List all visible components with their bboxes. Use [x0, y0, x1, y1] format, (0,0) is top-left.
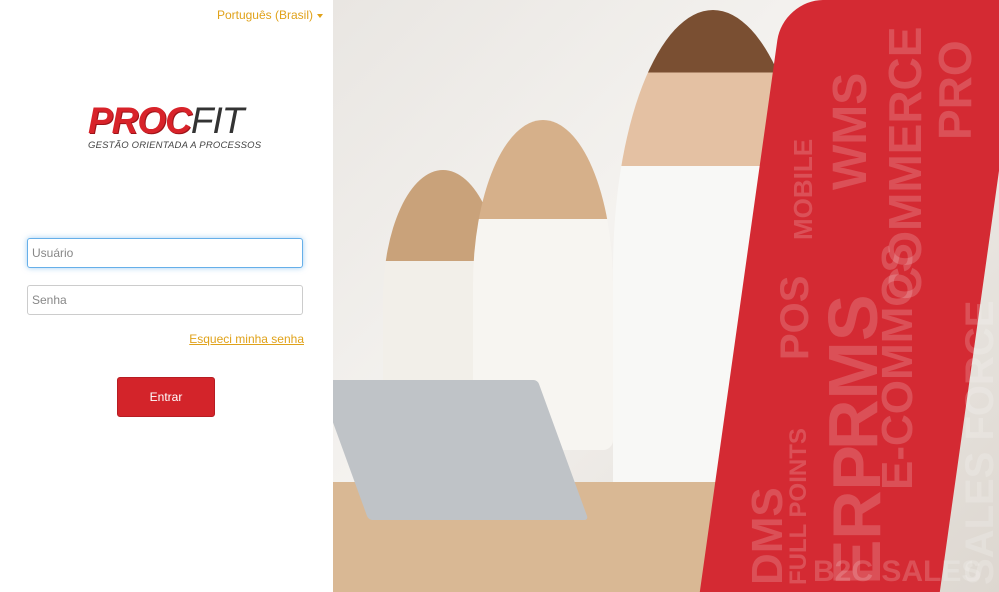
login-panel: Português (Brasil) PROCFIT GESTÃO ORIENT… [0, 0, 333, 592]
banner-word: SALES FORCE [958, 300, 999, 585]
banner-word: FULL POINTS [785, 428, 812, 585]
procfit-logo: PROCFIT GESTÃO ORIENTADA A PROCESSOS [88, 102, 262, 162]
forgot-password-link[interactable]: Esqueci minha senha [189, 332, 304, 346]
banner-word: POS [773, 275, 817, 360]
banner-word: MOBILE [788, 138, 818, 240]
language-label: Português (Brasil) [216, 8, 313, 22]
banner-word: PRO [929, 40, 981, 140]
caret-down-icon [317, 13, 323, 18]
language-selector[interactable]: Português (Brasil) [217, 8, 323, 22]
username-input[interactable] [27, 238, 303, 268]
hero-image: WMS COMMERCE PRO MOBILE DMS POS RMS E-CO… [333, 0, 999, 592]
banner-word: WMS [824, 72, 877, 190]
login-button[interactable]: Entrar [117, 377, 215, 417]
logo-wordmark: PROCFIT [88, 102, 248, 139]
password-input[interactable] [27, 285, 303, 315]
banner-word: B2C SALES [813, 555, 982, 588]
logo-tagline: GESTÃO ORIENTADA A PROCESSOS [88, 140, 262, 151]
logo-fit: FIT [190, 100, 244, 141]
logo-proc: PROC [88, 100, 192, 141]
